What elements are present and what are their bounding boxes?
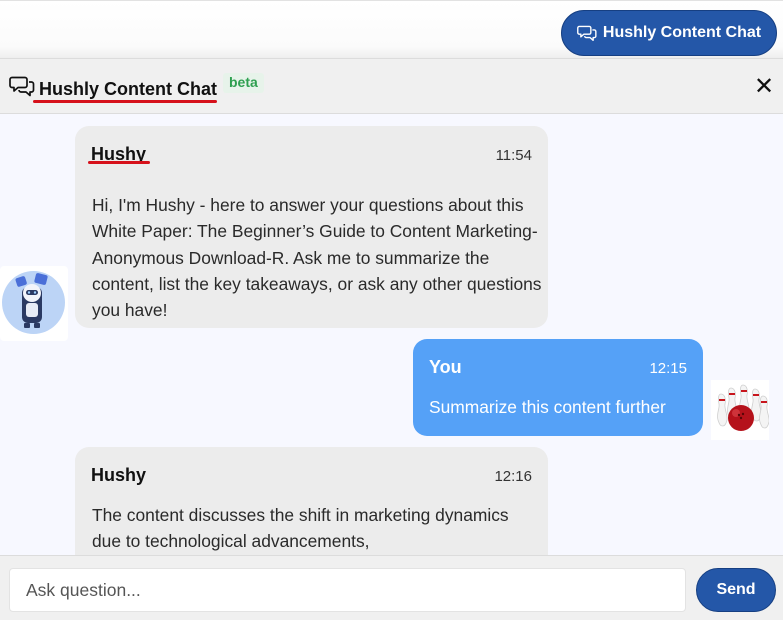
input-bar: Send [0, 555, 783, 620]
close-chat-button[interactable]: ✕ [752, 75, 776, 99]
chat-header: Hushly Content Chat beta ✕ [0, 58, 783, 114]
message-time: 12:15 [649, 360, 687, 377]
bot-message: Hushy 11:54 Hi, I'm Hushy - here to answ… [75, 126, 548, 328]
top-bar: Hushly Content Chat [0, 0, 783, 58]
message-sender: You [429, 357, 462, 377]
open-chat-label: Hushly Content Chat [602, 24, 762, 41]
beta-badge: beta [223, 73, 264, 93]
message-time: 12:16 [494, 468, 532, 485]
sender-underline-annotation [88, 161, 150, 164]
message-text: Hi, I'm Hushy - here to answer your ques… [92, 195, 542, 321]
robot-avatar-icon [2, 271, 65, 334]
message-text: The content discusses the shift in marke… [92, 505, 509, 552]
chat-title: Hushly Content Chat [39, 79, 217, 99]
open-chat-button[interactable]: Hushly Content Chat [561, 10, 777, 56]
send-button[interactable]: Send [696, 568, 776, 612]
close-icon: ✕ [753, 73, 775, 100]
user-message: You 12:15 Summarize this content further [413, 339, 703, 436]
user-avatar [711, 380, 770, 440]
message-sender: Hushy [91, 465, 147, 485]
bot-avatar [0, 266, 68, 341]
ask-question-input[interactable] [9, 568, 686, 612]
bowling-avatar-icon [717, 384, 770, 431]
chat-bubbles-icon [576, 25, 597, 41]
chat-bubbles-icon [9, 76, 35, 97]
title-underline-annotation [33, 100, 217, 103]
chat-widget-page: Hushly Content Chat Hushly Content Chat … [0, 0, 783, 620]
message-time: 11:54 [495, 147, 532, 164]
bot-message: Hushy 12:16 The content discusses the sh… [75, 447, 548, 555]
message-text: Summarize this content further [429, 397, 666, 417]
message-list[interactable]: Hushy 11:54 Hi, I'm Hushy - here to answ… [0, 114, 783, 555]
